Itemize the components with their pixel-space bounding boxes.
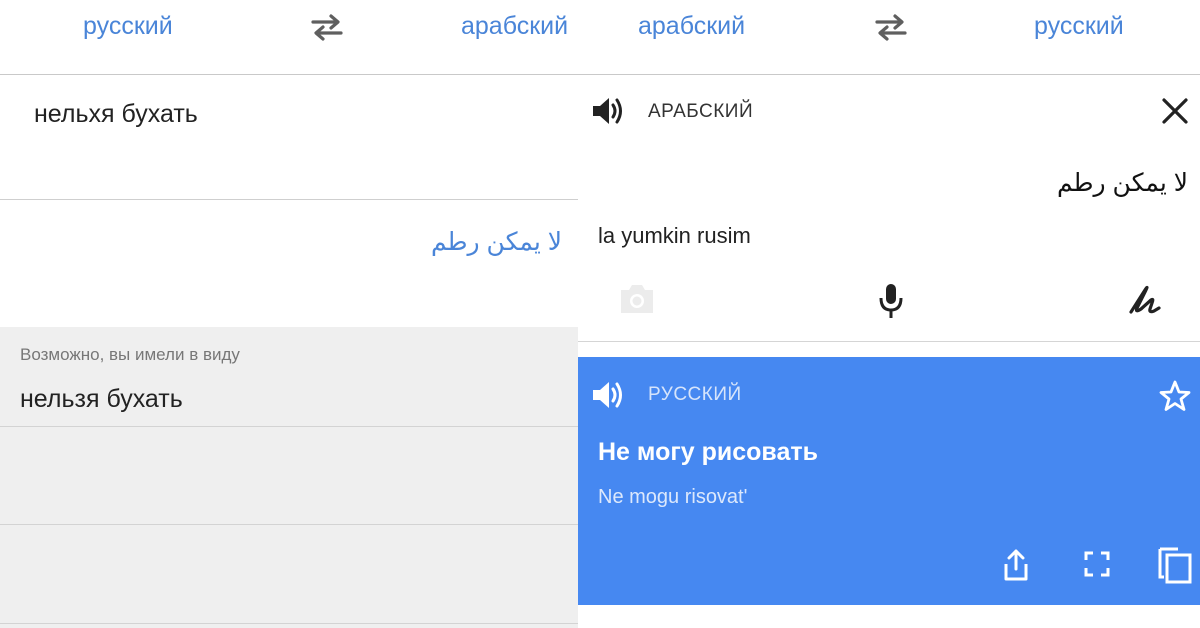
swap-icon[interactable] — [873, 11, 909, 43]
translation-transliteration: Ne mogu risovat' — [598, 486, 748, 508]
source-card: АРАБСКИЙ لا يمكن رطم la yumkin rusim — [578, 76, 1200, 342]
handwriting-icon[interactable] — [1125, 282, 1165, 320]
suggestion-area: Возможно, вы имели в виду нельзя бухать — [0, 327, 578, 628]
input-area[interactable]: нельхя бухать — [0, 76, 578, 200]
input-text[interactable]: нельхя бухать — [34, 100, 198, 129]
share-icon[interactable] — [1000, 547, 1032, 583]
speaker-icon[interactable] — [590, 378, 626, 412]
camera-icon[interactable] — [618, 282, 656, 316]
suggestion-item[interactable]: нельзя бухать — [20, 385, 183, 414]
source-language-label: АРАБСКИЙ — [648, 101, 754, 122]
source-text: لا يمكن رطم — [1056, 169, 1188, 197]
swap-icon[interactable] — [309, 11, 345, 43]
bottom-area — [578, 605, 1200, 628]
target-language-button[interactable]: русский — [1034, 12, 1124, 41]
divider — [0, 623, 578, 624]
result-area[interactable]: لا يمكن رطم — [0, 201, 578, 327]
target-language-button[interactable]: арабский — [461, 12, 568, 41]
close-icon[interactable] — [1161, 97, 1189, 125]
source-transliteration: la yumkin rusim — [598, 223, 751, 248]
source-language-button[interactable]: арабский — [638, 12, 745, 41]
divider — [0, 524, 578, 525]
microphone-icon[interactable] — [876, 282, 906, 320]
translation-text: Не могу рисовать — [598, 438, 818, 466]
left-translate-screen: русский арабский нельхя бухать لا يمكن ر… — [0, 0, 578, 628]
divider — [0, 426, 578, 427]
star-icon[interactable] — [1158, 379, 1192, 413]
translation-language-label: РУССКИЙ — [648, 384, 742, 405]
language-bar: арабский русский — [578, 0, 1200, 75]
speaker-icon[interactable] — [590, 94, 626, 128]
suggestion-label: Возможно, вы имели в виду — [20, 345, 240, 364]
translation-card: РУССКИЙ Не могу рисовать Ne mogu risovat… — [578, 357, 1200, 605]
translation-result[interactable]: لا يمكن رطم — [431, 227, 562, 257]
source-language-button[interactable]: русский — [83, 12, 173, 41]
copy-icon[interactable] — [1156, 543, 1194, 585]
language-bar: русский арабский — [0, 0, 578, 75]
right-translate-screen: арабский русский АРАБСКИЙ لا يمكن رطم la… — [578, 0, 1200, 628]
fullscreen-icon[interactable] — [1082, 549, 1112, 579]
